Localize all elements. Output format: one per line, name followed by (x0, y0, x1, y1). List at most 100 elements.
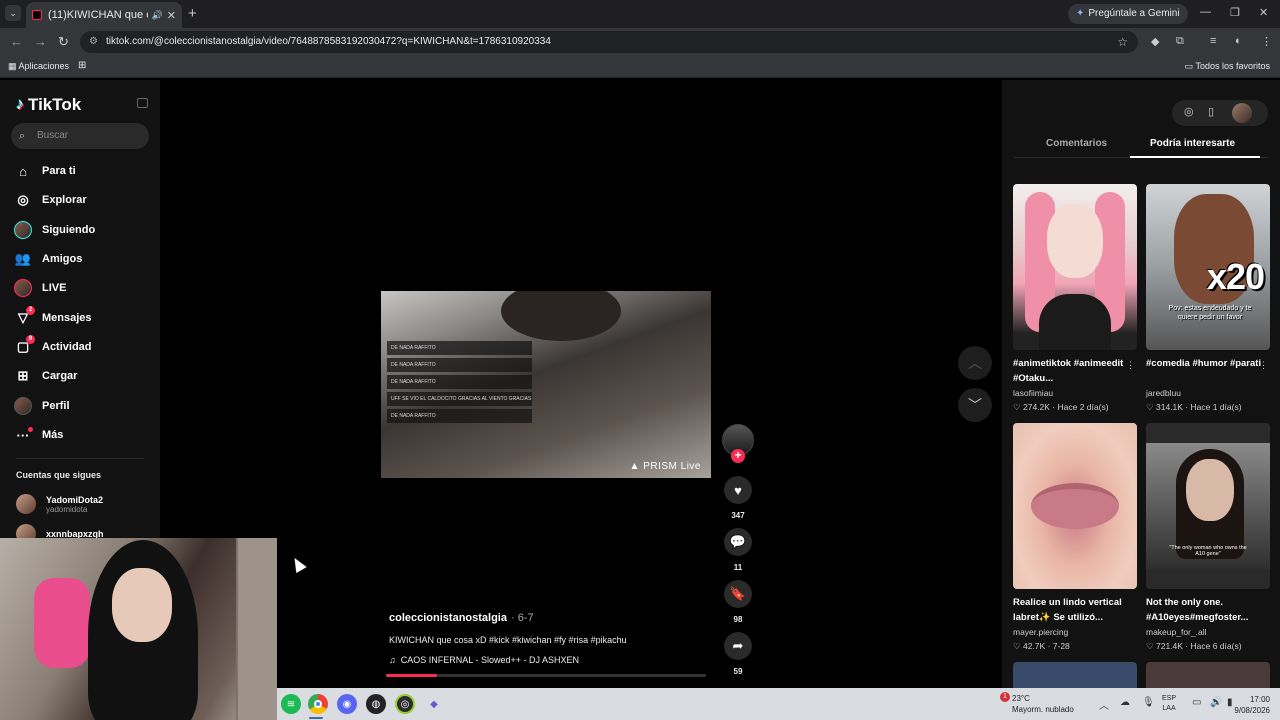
following-section-title: Cuentas que sigues (16, 470, 102, 480)
search-icon: ⌕ (19, 130, 26, 142)
close-tab-icon[interactable]: ✕ (167, 9, 176, 22)
language-indicator[interactable]: ESP LAA (1162, 694, 1176, 714)
nav-item-explorar[interactable]: ◎ Explorar (14, 188, 86, 212)
nav-item-mensajes[interactable]: ▽ 2 Mensajes (14, 306, 92, 330)
comment-icon[interactable]: 💬 (724, 528, 752, 556)
video-progress-bar[interactable] (386, 674, 706, 677)
bookmarks-bar: ▦ Aplicaciones ⊞ ▭ Todos los favoritos (0, 56, 1280, 78)
minimize-icon[interactable]: — (1200, 6, 1211, 18)
brand-name: TikTok (28, 95, 82, 114)
battery-icon[interactable]: ▮ (1227, 697, 1233, 708)
messages-icon: ▽ 2 (14, 306, 35, 327)
monitor-icon[interactable]: ▭ (1192, 697, 1201, 708)
tab-comentarios[interactable]: Comentarios (1046, 138, 1107, 149)
suggested-video-card[interactable]: #animetiktok #animeedit #Otaku... ⋮ laso… (1013, 184, 1137, 413)
nav-item-para-ti[interactable]: ⌂ Para ti (14, 159, 76, 183)
nav-item-cargar[interactable]: ⊞ Cargar (14, 364, 78, 388)
account-handle: yadomidota (46, 504, 88, 514)
menu-dots-icon[interactable]: ⋮ (1261, 35, 1272, 48)
explore-compass-icon[interactable]: ◎ (1184, 105, 1194, 118)
speaker-icon[interactable]: 🔊 (152, 10, 163, 21)
video-thumbnail: x20 Pov: estas endeudado y te quiere pedi… (1146, 184, 1270, 350)
card-title: Not the only one. #A10eyes#megfoster... (1146, 597, 1249, 623)
card-likes: 42.7K (1022, 641, 1046, 651)
video-player[interactable]: DE NADA RAFFITO DE NADA RAFFITO DE NADA … (381, 291, 711, 478)
stream-chat-overlay: DE NADA RAFFITO DE NADA RAFFITO DE NADA … (387, 341, 532, 426)
microphone-icon[interactable]: 🎙 (1142, 697, 1155, 708)
all-bookmarks-folder[interactable]: ▭ Todos los favoritos (1185, 61, 1270, 72)
grid-icon[interactable]: ⊞ (78, 60, 86, 71)
more-options-icon[interactable]: ⋮ (1259, 360, 1268, 371)
gemini-button[interactable]: ✦ Pregúntale a Gemini (1068, 4, 1188, 24)
suggested-video-card[interactable]: "The only woman who owns the A10 gene" N… (1146, 423, 1270, 652)
profile-avatar-icon (14, 397, 32, 415)
following-account[interactable]: YadomiDota2 yadomidota (16, 494, 103, 514)
weather-widget[interactable]: 1 23°C Mayorm. nublado (1000, 692, 1074, 715)
app-icon[interactable]: ◎ (395, 694, 415, 714)
system-clock[interactable]: 17:00 9/08/2026 (1234, 694, 1270, 716)
search-input[interactable]: ⌕ Buscar (11, 123, 149, 149)
card-likes: 274.2K (1022, 402, 1050, 412)
video-date: · 6-7 (510, 612, 534, 624)
cloud-icon[interactable]: ☁ (1120, 697, 1130, 708)
spotify-icon[interactable]: ≋ (281, 694, 301, 714)
suggested-video-card[interactable]: x20 Pov: estas endeudado y te quiere pedi… (1146, 184, 1270, 413)
suggested-video-card-partial[interactable] (1013, 662, 1137, 688)
nav-label: Más (42, 429, 64, 441)
reload-icon[interactable]: ↻ (58, 34, 69, 50)
card-user: makeup_for_.all (1146, 627, 1207, 637)
share-icon[interactable]: ➦ (724, 632, 752, 660)
suggested-video-card-partial[interactable] (1146, 662, 1270, 688)
suggested-video-card[interactable]: Realice un lindo vertical labret✨ Se uti… (1013, 423, 1137, 652)
app-diamond-icon[interactable]: ◆ (424, 694, 444, 714)
browser-tabstrip: ⌄ (11)KIWICHAN que cosa xD 🔊 ✕ + ✦Pregún… (0, 0, 1280, 28)
right-panel: ◎ ▯ Comentarios Podría interesarte #anim… (1002, 80, 1280, 688)
site-info-icon[interactable]: ⚙ (89, 31, 98, 53)
nav-item-live[interactable]: LIVE (14, 276, 66, 300)
card-when: Hace 1 día(s) (1190, 402, 1242, 412)
tiktok-logo[interactable]: ♪ TikTok (16, 95, 81, 115)
nav-label: Mensajes (42, 312, 92, 324)
nav-item-amigos[interactable]: 👥 Amigos (14, 247, 82, 271)
extension-icon[interactable]: ◆ (1151, 35, 1159, 48)
bookmark-icon[interactable]: 🔖 (724, 580, 752, 608)
previous-video-chevron-up-icon[interactable]: ︿ (958, 346, 992, 380)
messages-badge: 2 (26, 306, 35, 315)
nav-item-perfil[interactable]: Perfil (14, 394, 70, 418)
bookmark-star-icon[interactable]: ☆ (1117, 31, 1128, 53)
user-avatar[interactable] (1232, 103, 1252, 123)
obs-icon[interactable]: ◍ (366, 694, 386, 714)
nav-item-actividad[interactable]: ▢ 9 Actividad (14, 335, 92, 359)
tray-chevron-up-icon[interactable]: ︿ (1099, 697, 1109, 712)
like-heart-icon[interactable]: ♥ (724, 476, 752, 504)
tiktok-note-icon: ♪ (16, 96, 24, 113)
maximize-icon[interactable]: ❐ (1230, 6, 1240, 19)
volume-icon[interactable]: 🔊 (1210, 697, 1222, 708)
extensions-puzzle-icon[interactable]: ⧉ (1176, 35, 1184, 48)
video-music[interactable]: ♫ CAOS INFERNAL - Slowed++ - DJ ASHXEN (389, 655, 579, 665)
gemini-label: Pregúntale a Gemini (1088, 8, 1180, 19)
nav-label: Cargar (42, 370, 78, 382)
nav-item-siguiendo[interactable]: Siguiendo (14, 218, 95, 242)
video-author[interactable]: coleccionistanostalgia · 6-7 (389, 612, 534, 624)
nav-item-mas[interactable]: ··· Más (14, 423, 63, 447)
new-tab-button[interactable]: + (188, 5, 197, 22)
profile-icon[interactable]: ◐ (1235, 35, 1242, 47)
collapse-sidebar-icon[interactable] (137, 98, 148, 108)
next-video-chevron-down-icon[interactable]: ﹀ (958, 388, 992, 422)
back-icon[interactable]: ← (10, 34, 23, 49)
apps-bookmark[interactable]: ▦ Aplicaciones (8, 61, 69, 72)
browser-tab-active[interactable]: (11)KIWICHAN que cosa xD 🔊 ✕ (26, 2, 182, 28)
forward-icon[interactable]: → (34, 34, 47, 49)
follow-plus-icon[interactable]: + (731, 449, 745, 463)
card-title: #animetiktok #animeedit #Otaku... (1013, 358, 1124, 384)
tab-search-button[interactable]: ⌄ (5, 5, 21, 21)
more-options-icon[interactable]: ⋮ (1126, 360, 1135, 371)
address-bar[interactable]: ⚙ tiktok.com/@coleccionistanostalgia/vid… (80, 31, 1138, 53)
media-control-icon[interactable]: ≡ (1210, 35, 1216, 47)
close-window-icon[interactable]: ✕ (1259, 6, 1268, 19)
chrome-icon[interactable] (308, 694, 328, 714)
tab-podria-interesarte[interactable]: Podría interesarte (1150, 138, 1235, 149)
discord-icon[interactable]: ◉ (337, 694, 357, 714)
device-icon[interactable]: ▯ (1208, 105, 1214, 118)
